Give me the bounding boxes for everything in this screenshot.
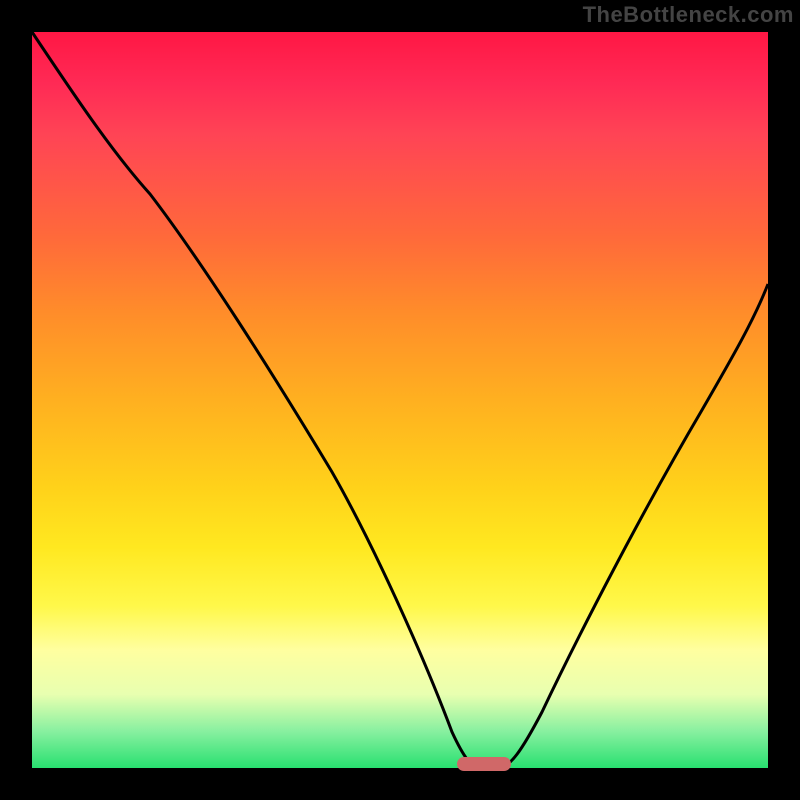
bottleneck-curve (32, 32, 768, 768)
bottleneck-curve-path (32, 32, 768, 768)
chart-frame: TheBottleneck.com (0, 0, 800, 800)
watermark-text: TheBottleneck.com (583, 2, 794, 28)
optimal-range-marker (457, 757, 511, 771)
